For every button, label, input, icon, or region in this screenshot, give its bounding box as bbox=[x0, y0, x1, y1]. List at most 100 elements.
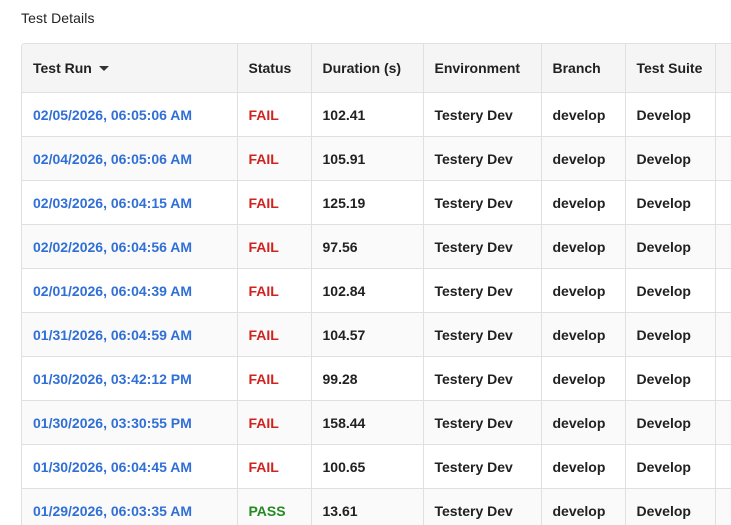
cell-environment: Testery Dev bbox=[423, 444, 542, 489]
cell-overflow bbox=[715, 268, 731, 313]
column-header-environment[interactable]: Environment bbox=[423, 44, 542, 93]
cell-branch: develop bbox=[541, 180, 626, 225]
test-details-table-container[interactable]: Test Run Status Duration (s) Environment… bbox=[21, 43, 731, 525]
cell-overflow bbox=[715, 136, 731, 181]
column-header-label: Duration (s) bbox=[322, 60, 402, 76]
cell-duration: 102.84 bbox=[311, 268, 424, 313]
cell-test-suite: Develop bbox=[625, 224, 716, 269]
status-text: FAIL bbox=[248, 282, 279, 299]
cell-branch: develop bbox=[541, 400, 626, 445]
section-title: Test Details bbox=[21, 10, 95, 26]
cell-duration: 99.28 bbox=[311, 356, 424, 401]
cell-test-suite: Develop bbox=[625, 400, 716, 445]
cell-overflow bbox=[715, 224, 731, 269]
test-details-page: Test Details Test Run Status Duration (s… bbox=[0, 0, 731, 525]
cell-overflow bbox=[715, 488, 731, 525]
cell-branch: develop bbox=[541, 488, 626, 525]
cell-environment: Testery Dev bbox=[423, 136, 542, 181]
cell-environment: Testery Dev bbox=[423, 488, 542, 525]
cell-overflow bbox=[715, 312, 731, 357]
table-row[interactable]: 01/30/2026, 03:30:55 PM FAIL 158.44 Testery… bbox=[22, 400, 731, 445]
column-header-label: Branch bbox=[552, 60, 601, 76]
cell-overflow bbox=[715, 92, 731, 137]
column-header-test-run[interactable]: Test Run bbox=[22, 44, 238, 93]
cell-status: FAIL bbox=[237, 312, 312, 357]
test-run-link[interactable]: 02/02/2026, 06:04:56 AM bbox=[33, 239, 192, 255]
cell-test-suite: Develop bbox=[625, 180, 716, 225]
test-run-link[interactable]: 01/31/2026, 06:04:59 AM bbox=[33, 327, 192, 343]
cell-branch: develop bbox=[541, 356, 626, 401]
cell-environment: Testery Dev bbox=[423, 312, 542, 357]
test-run-link[interactable]: 02/05/2026, 06:05:06 AM bbox=[33, 107, 192, 123]
status-text: FAIL bbox=[248, 238, 279, 255]
cell-branch: develop bbox=[541, 136, 626, 181]
table-row[interactable]: 02/04/2026, 06:05:06 AM FAIL 105.91 Testery… bbox=[22, 136, 731, 181]
cell-test-run: 01/30/2026, 03:42:12 PM bbox=[22, 356, 238, 401]
table-row[interactable]: 01/29/2026, 06:03:35 AM PASS 13.61 Testery … bbox=[22, 488, 731, 525]
column-header-duration[interactable]: Duration (s) bbox=[311, 44, 424, 93]
table-row[interactable]: 02/03/2026, 06:04:15 AM FAIL 125.19 Testery… bbox=[22, 180, 731, 225]
cell-branch: develop bbox=[541, 444, 626, 489]
table-row[interactable]: 01/31/2026, 06:04:59 AM FAIL 104.57 Testery… bbox=[22, 312, 731, 357]
cell-duration: 104.57 bbox=[311, 312, 424, 357]
column-header-branch[interactable]: Branch bbox=[541, 44, 626, 93]
cell-environment: Testery Dev bbox=[423, 180, 542, 225]
table-row[interactable]: 02/01/2026, 06:04:39 AM FAIL 102.84 Testery… bbox=[22, 268, 731, 313]
cell-overflow bbox=[715, 400, 731, 445]
cell-test-suite: Develop bbox=[625, 136, 716, 181]
test-run-link[interactable]: 01/30/2026, 06:04:45 AM bbox=[33, 459, 192, 475]
cell-branch: develop bbox=[541, 312, 626, 357]
cell-test-suite: Develop bbox=[625, 268, 716, 313]
cell-test-run: 01/31/2026, 06:04:59 AM bbox=[22, 312, 238, 357]
cell-test-run: 02/05/2026, 06:05:06 AM bbox=[22, 92, 238, 137]
cell-overflow bbox=[715, 444, 731, 489]
test-run-link[interactable]: 01/30/2026, 03:42:12 PM bbox=[33, 371, 192, 387]
cell-status: FAIL bbox=[237, 356, 312, 401]
status-text: FAIL bbox=[248, 458, 279, 475]
column-header-label: Test Run bbox=[33, 60, 92, 76]
cell-duration: 13.61 bbox=[311, 488, 424, 525]
cell-test-run: 01/30/2026, 06:04:45 AM bbox=[22, 444, 238, 489]
status-text: FAIL bbox=[248, 414, 279, 431]
cell-duration: 158.44 bbox=[311, 400, 424, 445]
sort-descending-icon bbox=[98, 65, 109, 71]
cell-environment: Testery Dev bbox=[423, 224, 542, 269]
cell-test-suite: Develop bbox=[625, 356, 716, 401]
cell-environment: Testery Dev bbox=[423, 268, 542, 313]
cell-test-run: 01/30/2026, 03:30:55 PM bbox=[22, 400, 238, 445]
cell-status: FAIL bbox=[237, 136, 312, 181]
cell-status: FAIL bbox=[237, 444, 312, 489]
cell-branch: develop bbox=[541, 224, 626, 269]
cell-status: FAIL bbox=[237, 92, 312, 137]
cell-test-run: 02/01/2026, 06:04:39 AM bbox=[22, 268, 238, 313]
status-text: FAIL bbox=[248, 194, 279, 211]
cell-test-run: 02/04/2026, 06:05:06 AM bbox=[22, 136, 238, 181]
column-header-status[interactable]: Status bbox=[237, 44, 312, 93]
column-header-label: Test Suite bbox=[636, 60, 703, 76]
test-details-table: Test Run Status Duration (s) Environment… bbox=[22, 44, 731, 525]
cell-duration: 125.19 bbox=[311, 180, 424, 225]
status-text: PASS bbox=[248, 502, 286, 519]
cell-test-suite: Develop bbox=[625, 92, 716, 137]
cell-duration: 102.41 bbox=[311, 92, 424, 137]
table-row[interactable]: 02/02/2026, 06:04:56 AM FAIL 97.56 Testery … bbox=[22, 224, 731, 269]
test-run-link[interactable]: 02/04/2026, 06:05:06 AM bbox=[33, 151, 192, 167]
table-row[interactable]: 01/30/2026, 03:42:12 PM FAIL 99.28 Testery … bbox=[22, 356, 731, 401]
cell-status: PASS bbox=[237, 488, 312, 525]
table-row[interactable]: 01/30/2026, 06:04:45 AM FAIL 100.65 Testery… bbox=[22, 444, 731, 489]
cell-status: FAIL bbox=[237, 268, 312, 313]
column-header-test-suite[interactable]: Test Suite bbox=[625, 44, 716, 93]
test-run-link[interactable]: 01/30/2026, 03:30:55 PM bbox=[33, 415, 192, 431]
cell-environment: Testery Dev bbox=[423, 92, 542, 137]
cell-test-suite: Develop bbox=[625, 488, 716, 525]
cell-status: FAIL bbox=[237, 180, 312, 225]
cell-test-suite: Develop bbox=[625, 444, 716, 489]
cell-status: FAIL bbox=[237, 400, 312, 445]
test-run-link[interactable]: 02/03/2026, 06:04:15 AM bbox=[33, 195, 192, 211]
table-row[interactable]: 02/05/2026, 06:05:06 AM FAIL 102.41 Testery… bbox=[22, 92, 731, 137]
test-run-link[interactable]: 02/01/2026, 06:04:39 AM bbox=[33, 283, 192, 299]
status-text: FAIL bbox=[248, 150, 279, 167]
test-run-link[interactable]: 01/29/2026, 06:03:35 AM bbox=[33, 503, 192, 519]
cell-overflow bbox=[715, 180, 731, 225]
cell-overflow bbox=[715, 356, 731, 401]
